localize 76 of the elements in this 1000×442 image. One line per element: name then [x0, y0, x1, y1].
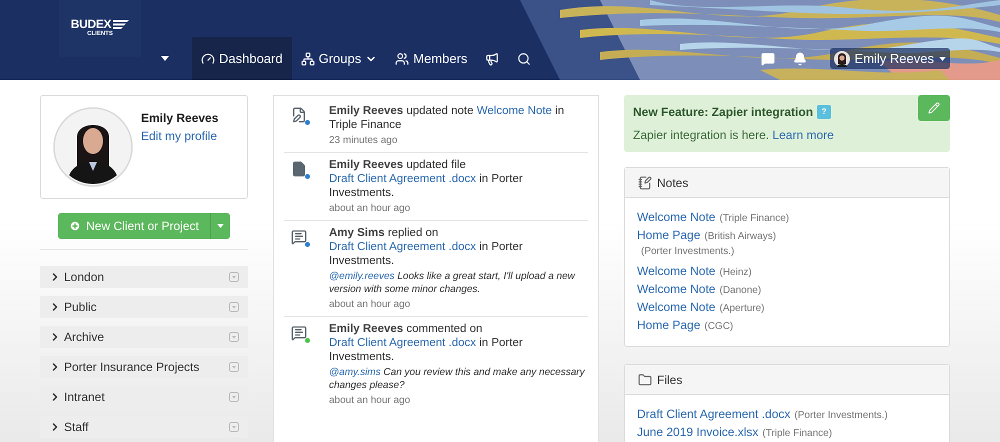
pencil-icon — [928, 102, 940, 114]
edit-button[interactable] — [918, 95, 950, 121]
group-name: Intranet — [64, 389, 105, 406]
dashboard-icon — [201, 52, 215, 66]
document-link[interactable]: Draft Client Agreement .docx — [329, 241, 476, 253]
caret-icon — [216, 224, 224, 228]
caret-icon — [161, 56, 169, 61]
group-name: Staff — [64, 419, 88, 436]
panel-title: Files — [657, 372, 682, 388]
note-icon — [638, 176, 652, 190]
comment-text: @amy.sims Can you review this and make any necessary changes please? — [329, 366, 586, 392]
context-label: (Porter Investments.) — [794, 409, 888, 423]
nav-tab[interactable]: Groups — [292, 37, 386, 80]
collapse-icon[interactable] — [229, 362, 239, 372]
collapse-icon[interactable] — [229, 392, 239, 402]
timestamp: about an hour ago — [329, 394, 412, 407]
document-link[interactable]: Draft Client Agreement .docx — [329, 173, 476, 185]
chat-icon[interactable] — [760, 52, 775, 66]
context-label: (CGC) — [704, 320, 734, 334]
collapse-icon[interactable] — [229, 302, 239, 312]
document-link[interactable]: Draft Client Agreement .docx — [329, 337, 476, 349]
nav-tab[interactable]: Dashboard — [192, 37, 292, 80]
group-name: Public — [64, 299, 97, 316]
note-link[interactable]: Welcome Note — [637, 262, 716, 280]
users-icon — [395, 52, 410, 66]
note-link[interactable]: Welcome Note — [637, 280, 716, 298]
context-label: (Triple Finance) — [762, 427, 832, 441]
bell-icon[interactable] — [792, 52, 807, 66]
context-label: (British Airways) — [704, 230, 776, 244]
context-label: (Heinz) — [719, 266, 752, 280]
note-link[interactable]: Home Page — [637, 316, 700, 334]
group-name: Porter Insurance Projects — [64, 359, 200, 376]
collapse-icon[interactable] — [229, 332, 239, 342]
profile-name: Emily Reeves — [141, 110, 218, 127]
sitemap-icon — [300, 52, 315, 66]
timestamp: about an hour ago — [329, 298, 412, 311]
group-row[interactable]: London — [40, 266, 248, 288]
activity-text: Emily Reeves commented on Draft Client Agreement .docx in Porter Investments. — [329, 322, 524, 364]
edit-profile-link[interactable]: Edit my profile — [141, 127, 218, 145]
document-link[interactable]: Welcome Note — [476, 105, 552, 117]
alert-title: New Feature: Zapier integration — [633, 104, 814, 121]
mention-link[interactable]: @emily.reeves — [329, 271, 395, 282]
group-name: Archive — [64, 329, 104, 346]
user-menu[interactable]: Emily Reeves — [830, 48, 950, 70]
activity-text: Emily Reeves updated note Welcome Note in Triple Finance — [329, 104, 566, 132]
note-link[interactable]: Home Page — [637, 226, 700, 244]
note-link[interactable]: Welcome Note — [637, 208, 716, 226]
note-link[interactable]: Welcome Note — [637, 298, 716, 316]
logo-icon — [113, 20, 130, 28]
context-label: (Aperture) — [719, 302, 764, 316]
avatar — [834, 50, 850, 66]
context-label: (Porter Investments.) — [640, 245, 734, 259]
logo-text: BUDEX — [70, 18, 130, 30]
group-name: London — [64, 269, 104, 286]
panel-title: Notes — [657, 174, 688, 192]
search-icon — [517, 52, 532, 66]
learn-more-link[interactable]: Learn more — [772, 128, 834, 142]
plus-icon — [69, 220, 82, 232]
activity-text: Emily Reeves updated file Draft Client Agreement .docx in Porter Investments. — [329, 158, 524, 200]
file-link[interactable]: Draft Client Agreement .docx — [637, 405, 790, 423]
context-label: (Danone) — [719, 284, 762, 298]
nav-tab[interactable]: Members — [386, 37, 476, 80]
megaphone-icon — [485, 52, 500, 66]
collapse-icon[interactable] — [229, 422, 239, 432]
context-label: (Triple Finance) — [719, 212, 790, 226]
group-row[interactable]: Archive — [40, 326, 248, 348]
activity-text: Amy Sims replied on Draft Client Agreement .docx in Porter Investments. — [329, 226, 524, 268]
timestamp: about an hour ago — [329, 202, 412, 215]
mention-link[interactable]: @amy.sims — [329, 367, 381, 378]
timestamp: 23 minutes ago — [329, 134, 398, 147]
group-row[interactable]: Public — [40, 296, 248, 318]
folder-icon — [638, 372, 652, 386]
comment-text: @emily.reeves Looks like a great start, I'll upload a new version with some minor changes. — [329, 270, 576, 296]
collapse-icon[interactable] — [229, 272, 239, 282]
file-link[interactable]: June 2019 Invoice.xlsx — [637, 423, 758, 441]
alert-text: Zapier integration is here. Learn more — [633, 127, 835, 144]
